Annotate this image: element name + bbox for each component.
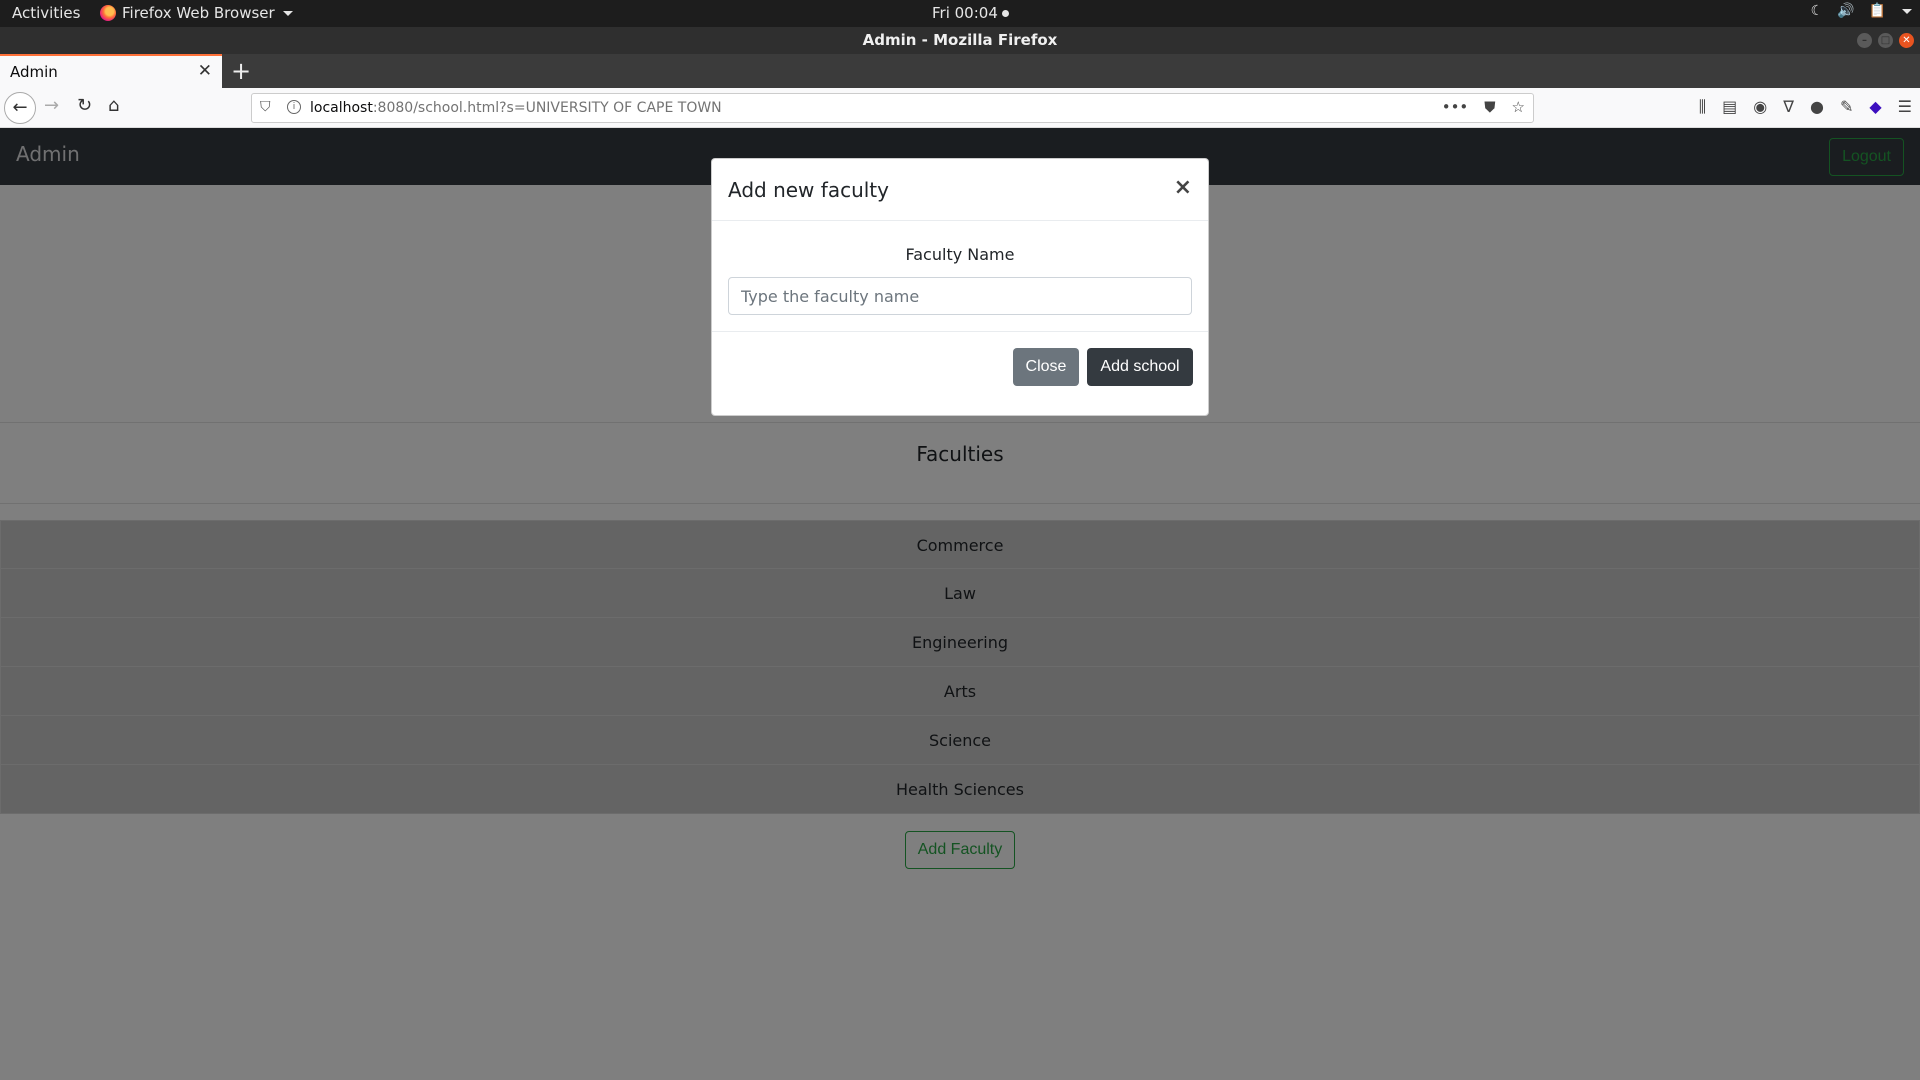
page-content: Admin Logout Faculties Commerce Law Engi…	[0, 128, 1920, 1080]
modal-body: Faculty Name	[712, 221, 1208, 331]
extension-edit-icon[interactable]: ✎	[1840, 97, 1853, 117]
pocket-icon[interactable]: ⛊	[1484, 98, 1495, 116]
add-school-button[interactable]: Add school	[1087, 348, 1193, 386]
close-icon[interactable]: ×	[1174, 175, 1192, 200]
system-tray[interactable]: ☾ 🔊 📋	[1811, 3, 1912, 19]
window-controls: – □ ✕	[1857, 33, 1914, 48]
page-actions-icon[interactable]: •••	[1442, 98, 1469, 116]
sidebar-icon[interactable]: ▤	[1722, 97, 1737, 117]
bookmark-star-icon[interactable]: ☆	[1512, 98, 1525, 116]
maximize-icon[interactable]: □	[1878, 33, 1893, 48]
reload-icon[interactable]: ↻	[77, 95, 92, 116]
app-menu[interactable]: Firefox Web Browser	[100, 4, 293, 22]
tab-title: Admin	[10, 63, 58, 81]
close-button[interactable]: Close	[1013, 348, 1079, 386]
extension-diamond-icon[interactable]: ◆	[1869, 97, 1881, 117]
close-window-icon[interactable]: ✕	[1899, 33, 1914, 48]
clock[interactable]: Fri 00:04	[932, 4, 1009, 22]
night-light-icon: ☾	[1810, 3, 1824, 19]
os-top-bar: Activities Firefox Web Browser Fri 00:04…	[0, 0, 1920, 27]
faculty-name-label: Faculty Name	[905, 245, 1015, 264]
modal-header: Add new faculty ×	[712, 159, 1208, 221]
extension-people-icon[interactable]: ●	[1810, 97, 1824, 117]
tab-strip: Admin ✕ +	[0, 54, 1920, 88]
new-tab-icon[interactable]: +	[231, 57, 251, 85]
minimize-icon[interactable]: –	[1857, 33, 1872, 48]
forward-icon[interactable]: →	[44, 95, 59, 116]
url-host: localhost	[310, 100, 373, 116]
account-icon[interactable]: ◉	[1753, 97, 1767, 117]
extension-v-icon[interactable]: ∇	[1783, 97, 1794, 117]
url-actions: ••• ⛊ ☆	[1442, 98, 1525, 116]
volume-icon: 🔊	[1837, 3, 1855, 19]
url-path: :8080/school.html?s=UNIVERSITY OF CAPE T…	[372, 100, 722, 116]
tracking-shield-icon[interactable]: ⛉	[260, 99, 271, 115]
app-menu-label: Firefox Web Browser	[122, 4, 275, 22]
faculty-name-input[interactable]	[728, 277, 1192, 315]
add-faculty-modal: Add new faculty × Faculty Name Close Add…	[711, 158, 1209, 416]
library-icon[interactable]: ⫼	[1699, 97, 1706, 117]
tab-close-icon[interactable]: ✕	[198, 61, 212, 81]
clock-label: Fri 00:04	[932, 4, 998, 22]
back-icon[interactable]: ←	[4, 92, 36, 124]
window-title: Admin - Mozilla Firefox	[862, 31, 1058, 49]
modal-title: Add new faculty	[728, 178, 889, 202]
tab-admin[interactable]: Admin ✕	[0, 54, 222, 88]
toolbar-icons: ⫼ ▤ ◉ ∇ ● ✎ ◆ ☰	[1699, 97, 1912, 117]
window-titlebar: Admin - Mozilla Firefox – □ ✕	[0, 27, 1920, 54]
notification-dot-icon	[1001, 9, 1009, 17]
home-icon[interactable]: ⌂	[108, 95, 119, 116]
url-text[interactable]: localhost:8080/school.html?s=UNIVERSITY …	[310, 100, 722, 116]
url-bar[interactable]: ⛉ i localhost:8080/school.html?s=UNIVERS…	[251, 93, 1534, 123]
activities-button[interactable]: Activities	[12, 4, 80, 22]
caret-down-icon	[282, 10, 293, 16]
browser-navbar: ← → ↻ ⌂ ⛉ i localhost:8080/school.html?s…	[0, 88, 1920, 128]
site-info-icon[interactable]: i	[287, 100, 301, 114]
system-menu-caret-icon	[1902, 8, 1912, 14]
modal-footer: Close Add school	[712, 331, 1208, 417]
clipboard-icon: 📋	[1868, 3, 1886, 19]
firefox-icon	[100, 5, 116, 21]
menu-hamburger-icon[interactable]: ☰	[1898, 97, 1912, 117]
